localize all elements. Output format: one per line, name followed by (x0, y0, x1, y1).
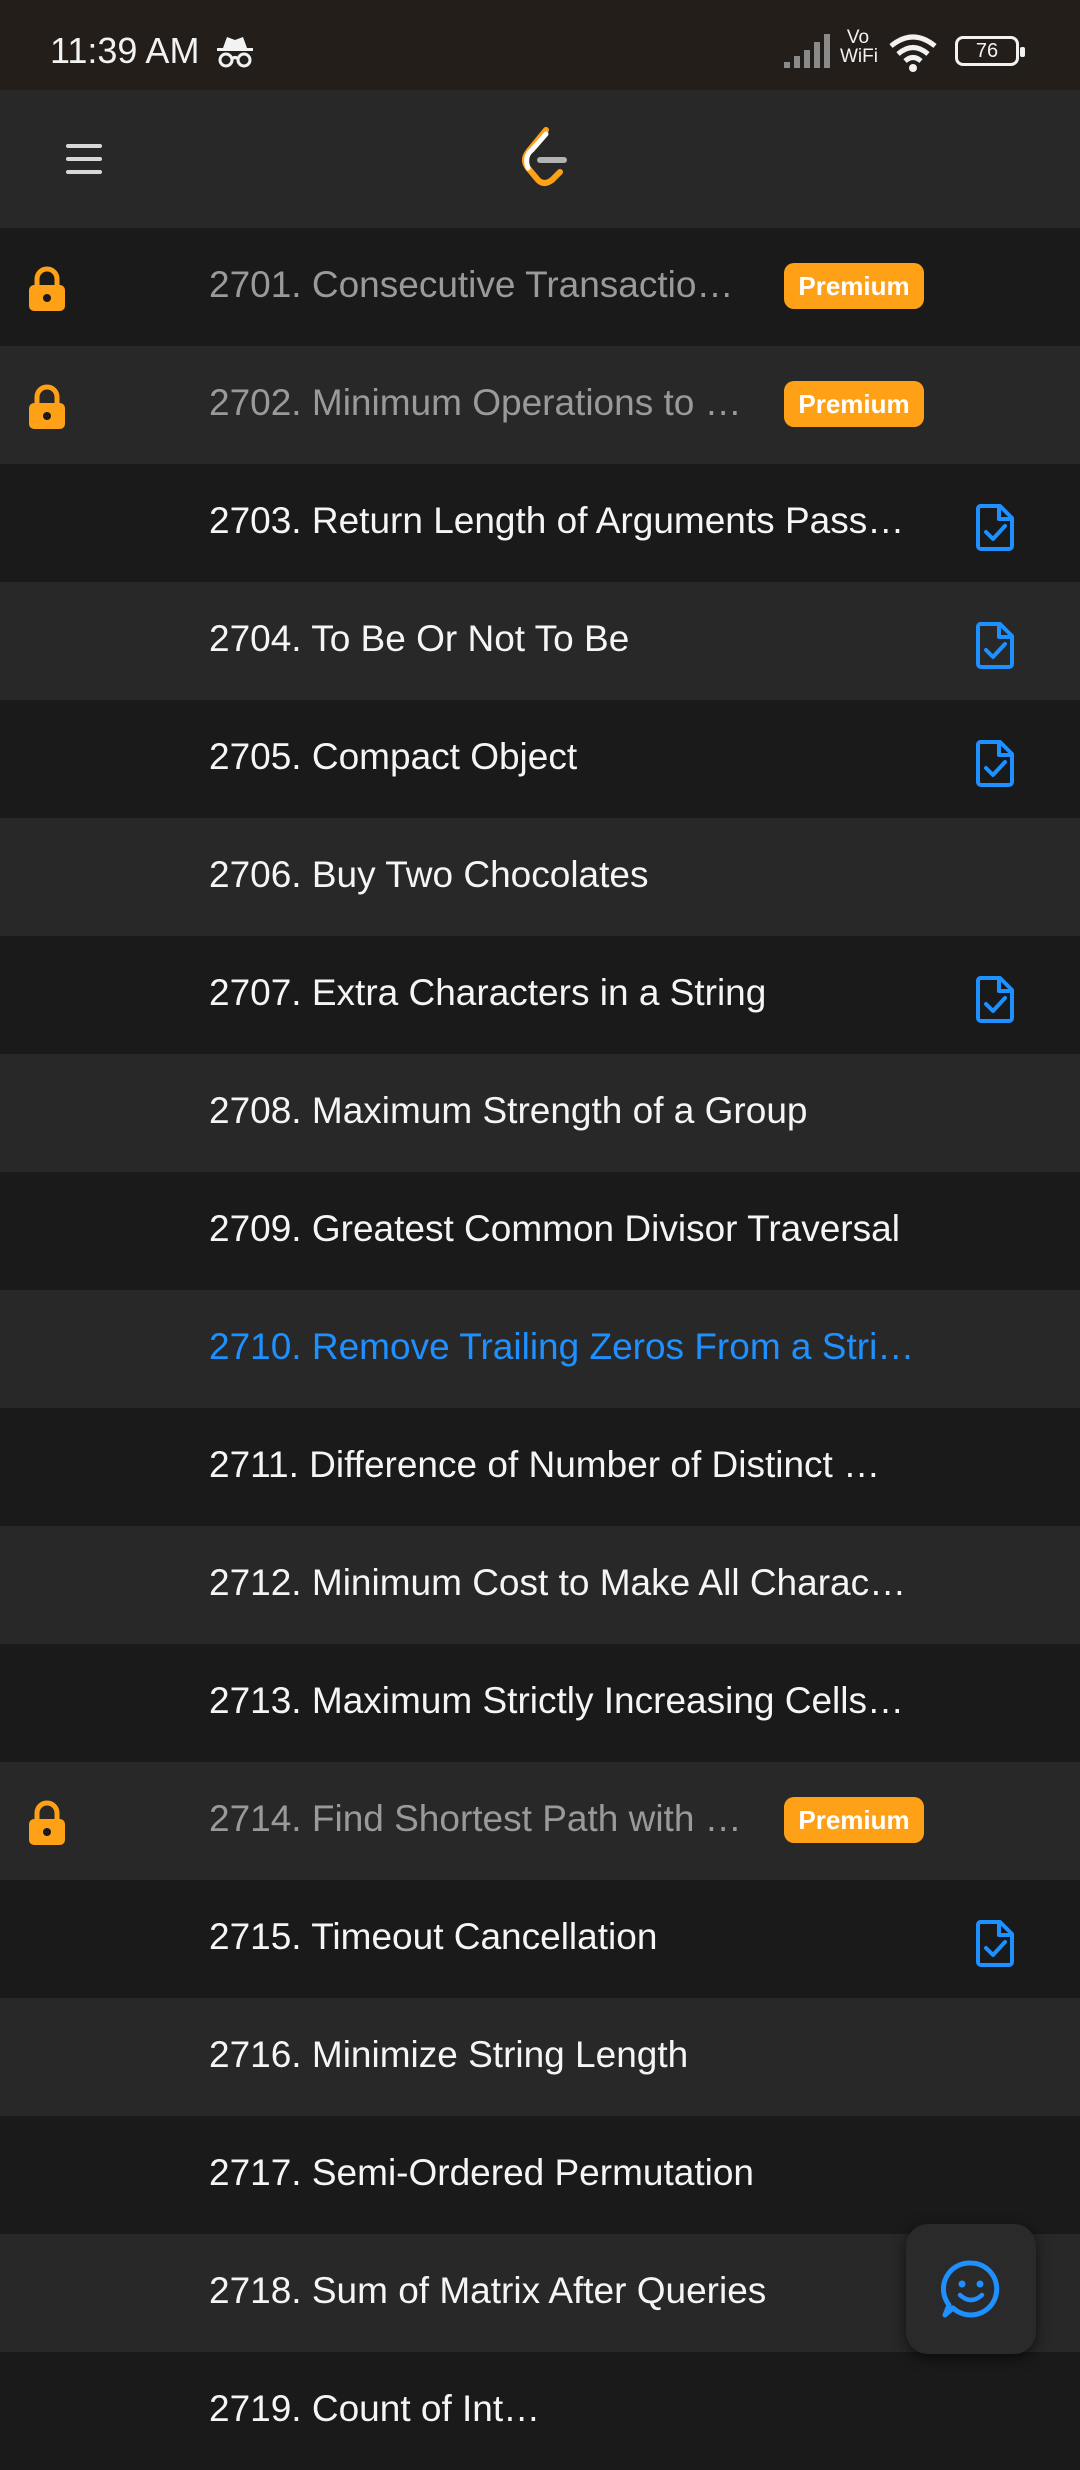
solved-check-icon (974, 738, 1016, 788)
problem-title: 2703. Return Length of Arguments Pass… (209, 500, 905, 541)
vowifi-top: Vo (846, 27, 870, 48)
lock-icon (26, 266, 68, 312)
problem-title: 2704. To Be Or Not To Be (209, 618, 630, 659)
problem-title: 2711. Difference of Number of Distinct … (209, 1444, 881, 1485)
problem-title: 2712. Minimum Cost to Make All Charac… (209, 1562, 907, 1603)
premium-badge: Premium (784, 381, 924, 427)
problem-title: 2719. Count of Int… (209, 2388, 541, 2429)
problem-row[interactable]: 2705. Compact Object (0, 700, 1080, 818)
problem-title: 2717. Semi-Ordered Permutation (209, 2152, 754, 2193)
problem-row[interactable]: 2719. Count of Int… (0, 2352, 1080, 2470)
premium-badge: Premium (784, 263, 924, 309)
vowifi-indicator: Vo WiFi (840, 27, 878, 67)
smiley-feedback-icon (941, 2260, 1000, 2318)
problem-row[interactable]: 2708. Maximum Strength of a Group (0, 1054, 1080, 1172)
solved-check-icon (974, 974, 1016, 1024)
vowifi-bottom: WiFi (840, 46, 878, 67)
feedback-button[interactable] (906, 2224, 1036, 2354)
problem-row[interactable]: 2716. Minimize String Length (0, 1998, 1080, 2116)
problem-title: 2702. Minimum Operations to … (209, 382, 742, 423)
problem-title: 2706. Buy Two Chocolates (209, 854, 649, 895)
problem-title: 2708. Maximum Strength of a Group (209, 1090, 808, 1131)
leetcode-logo-icon[interactable] (516, 126, 572, 190)
menu-line (66, 144, 102, 148)
problem-row[interactable]: 2717. Semi-Ordered Permutation (0, 2116, 1080, 2234)
problem-title: 2705. Compact Object (209, 736, 578, 777)
problem-title: 2718. Sum of Matrix After Queries (209, 2270, 767, 2311)
problem-row[interactable]: 2704. To Be Or Not To Be (0, 582, 1080, 700)
battery-icon: 76 (955, 36, 1025, 66)
problem-row[interactable]: 2714. Find Shortest Path with … Premium (0, 1762, 1080, 1880)
problem-title: 2715. Timeout Cancellation (209, 1916, 658, 1957)
problem-row[interactable]: 2703. Return Length of Arguments Pass… (0, 464, 1080, 582)
solved-check-icon (974, 1918, 1016, 1968)
problem-row[interactable]: 2702. Minimum Operations to … Premium (0, 346, 1080, 464)
problem-list: 2701. Consecutive Transactio… Premium 2702… (0, 228, 1080, 2470)
wifi-icon (889, 34, 937, 72)
lock-icon (26, 384, 68, 430)
cellular-signal-icon (784, 34, 830, 68)
problem-row[interactable]: 2701. Consecutive Transactio… Premium (0, 228, 1080, 346)
problem-row[interactable]: 2710. Remove Trailing Zeros From a Stri… (0, 1290, 1080, 1408)
premium-badge: Premium (784, 1797, 924, 1843)
menu-line (66, 170, 102, 174)
incognito-icon (217, 37, 253, 68)
problem-title: 2716. Minimize String Length (209, 2034, 689, 2075)
status-bar: 11:39 AM Vo WiFi 76 (0, 0, 1080, 90)
lock-icon (26, 1800, 68, 1846)
menu-line (66, 157, 102, 161)
problem-row[interactable]: 2711. Difference of Number of Distinct … (0, 1408, 1080, 1526)
problem-row[interactable]: 2713. Maximum Strictly Increasing Cells… (0, 1644, 1080, 1762)
problem-row[interactable]: 2707. Extra Characters in a String (0, 936, 1080, 1054)
app-bar (0, 90, 1080, 228)
problem-title: 2714. Find Shortest Path with … (209, 1798, 742, 1839)
problem-title: 2707. Extra Characters in a String (209, 972, 767, 1013)
problem-row[interactable]: 2715. Timeout Cancellation (0, 1880, 1080, 1998)
battery-tip (1020, 47, 1025, 57)
solved-check-icon (974, 620, 1016, 670)
problem-title: 2709. Greatest Common Divisor Traversal (209, 1208, 900, 1249)
problem-row[interactable]: 2709. Greatest Common Divisor Traversal (0, 1172, 1080, 1290)
problem-row[interactable]: 2706. Buy Two Chocolates (0, 818, 1080, 936)
problem-title: 2701. Consecutive Transactio… (209, 264, 734, 305)
hamburger-menu-icon[interactable] (60, 134, 110, 184)
solved-check-icon (974, 502, 1016, 552)
status-time: 11:39 AM (50, 30, 200, 71)
problem-row[interactable]: 2712. Minimum Cost to Make All Charac… (0, 1526, 1080, 1644)
problem-title: 2713. Maximum Strictly Increasing Cells… (209, 1680, 904, 1721)
problem-title: 2710. Remove Trailing Zeros From a Stri… (209, 1326, 915, 1367)
battery-level: 76 (975, 40, 999, 62)
